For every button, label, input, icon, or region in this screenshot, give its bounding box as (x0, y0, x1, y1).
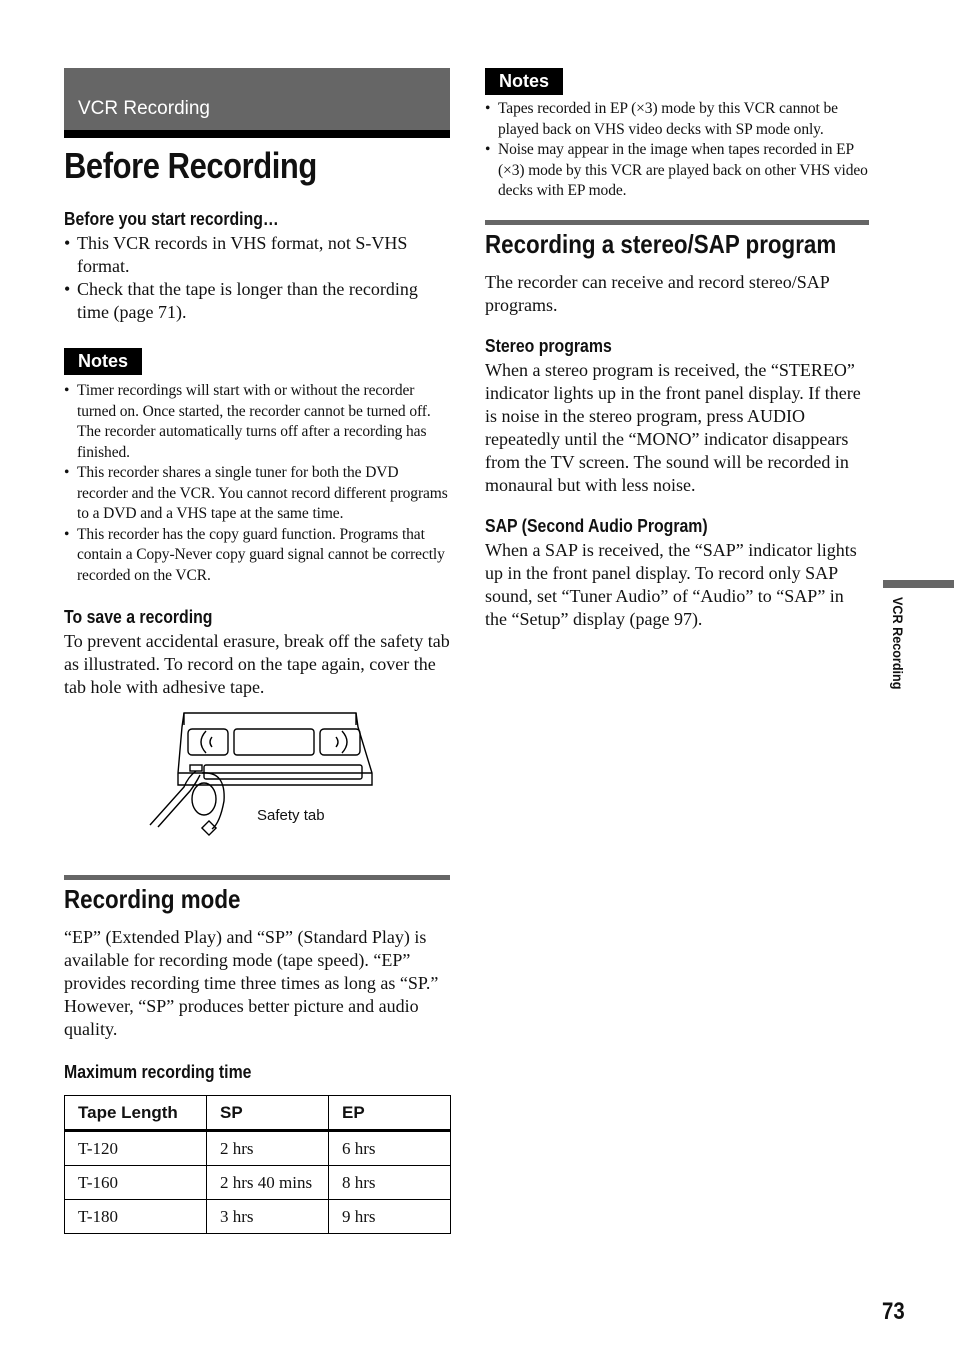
table-header-row: Tape Length SP EP (64, 1095, 451, 1132)
recording-mode-heading: Recording mode (64, 884, 241, 914)
stereo-programs-text: When a stereo program is received, the “… (485, 359, 861, 495)
max-recording-heading: Maximum recording time (64, 1062, 252, 1082)
safety-tab-illustration: Safety tab (64, 711, 450, 851)
table-row: T-120 2 hrs 6 hrs (64, 1130, 451, 1166)
illustration-caption: Safety tab (257, 807, 325, 824)
before-start-list: This VCR records in VHS format, not S-VH… (64, 232, 450, 324)
section-rule (485, 219, 869, 225)
chapter-rule (64, 130, 450, 138)
list-item: Timer recordings will start with or with… (64, 381, 450, 463)
notes-list: Timer recordings will start with or with… (64, 381, 450, 586)
table-cell: T-120 (64, 1130, 207, 1166)
table-row: T-180 3 hrs 9 hrs (64, 1199, 451, 1234)
notes-badge: Notes (64, 348, 143, 375)
table-cell: T-160 (64, 1165, 207, 1200)
page-title: Before Recording (64, 145, 317, 186)
list-item: Noise may appear in the image when tapes… (485, 140, 869, 202)
side-tab-bar (883, 580, 954, 588)
list-item: This recorder has the copy guard functio… (64, 525, 450, 587)
stereo-programs-heading: Stereo programs (485, 335, 612, 356)
side-tab-label: VCR Recording (890, 597, 906, 690)
list-item: Tapes recorded in EP (×3) mode by this V… (485, 99, 869, 140)
list-item: This recorder shares a single tuner for … (64, 463, 450, 525)
table-cell: 2 hrs 40 mins (206, 1165, 329, 1200)
recording-mode-text: “EP” (Extended Play) and “SP” (Standard … (64, 927, 439, 1039)
recording-time-table: Tape Length SP EP T-120 2 hrs 6 hrs T-16… (64, 1095, 451, 1234)
list-item: Check that the tape is longer than the r… (64, 278, 450, 324)
save-recording-text: To prevent accidental erasure, break off… (64, 631, 450, 697)
table-cell: 2 hrs (206, 1130, 329, 1166)
sap-heading: SAP (Second Audio Program) (485, 515, 708, 536)
column-header: EP (328, 1095, 451, 1132)
stereo-sap-intro: The recorder can receive and record ster… (485, 271, 830, 315)
table-cell: 8 hrs (328, 1165, 451, 1200)
table-cell: 3 hrs (206, 1199, 329, 1234)
stereo-sap-heading: Recording a stereo/SAP program (485, 228, 837, 259)
list-item: This VCR records in VHS format, not S-VH… (64, 232, 450, 278)
left-column: VCR Recording Before Recording Before yo… (64, 68, 451, 1234)
chapter-title: VCR Recording (78, 98, 210, 119)
table-cell: 9 hrs (328, 1199, 451, 1234)
column-header: SP (206, 1095, 329, 1132)
table-row: T-160 2 hrs 40 mins 8 hrs (64, 1165, 451, 1200)
chapter-band: VCR Recording (64, 68, 450, 130)
table-cell: T-180 (64, 1199, 207, 1234)
before-start-heading: Before you start recording… (64, 209, 279, 229)
notes-badge: Notes (485, 68, 564, 95)
right-column: Notes Tapes recorded in EP (×3) mode by … (485, 68, 869, 631)
sap-text: When a SAP is received, the “SAP” indica… (485, 539, 857, 629)
column-header: Tape Length (64, 1095, 207, 1132)
page-number: 73 (882, 1298, 905, 1325)
save-recording-heading: To save a recording (64, 607, 213, 627)
section-rule (64, 875, 450, 880)
table-cell: 6 hrs (328, 1130, 451, 1166)
notes-list: Tapes recorded in EP (×3) mode by this V… (485, 99, 869, 202)
